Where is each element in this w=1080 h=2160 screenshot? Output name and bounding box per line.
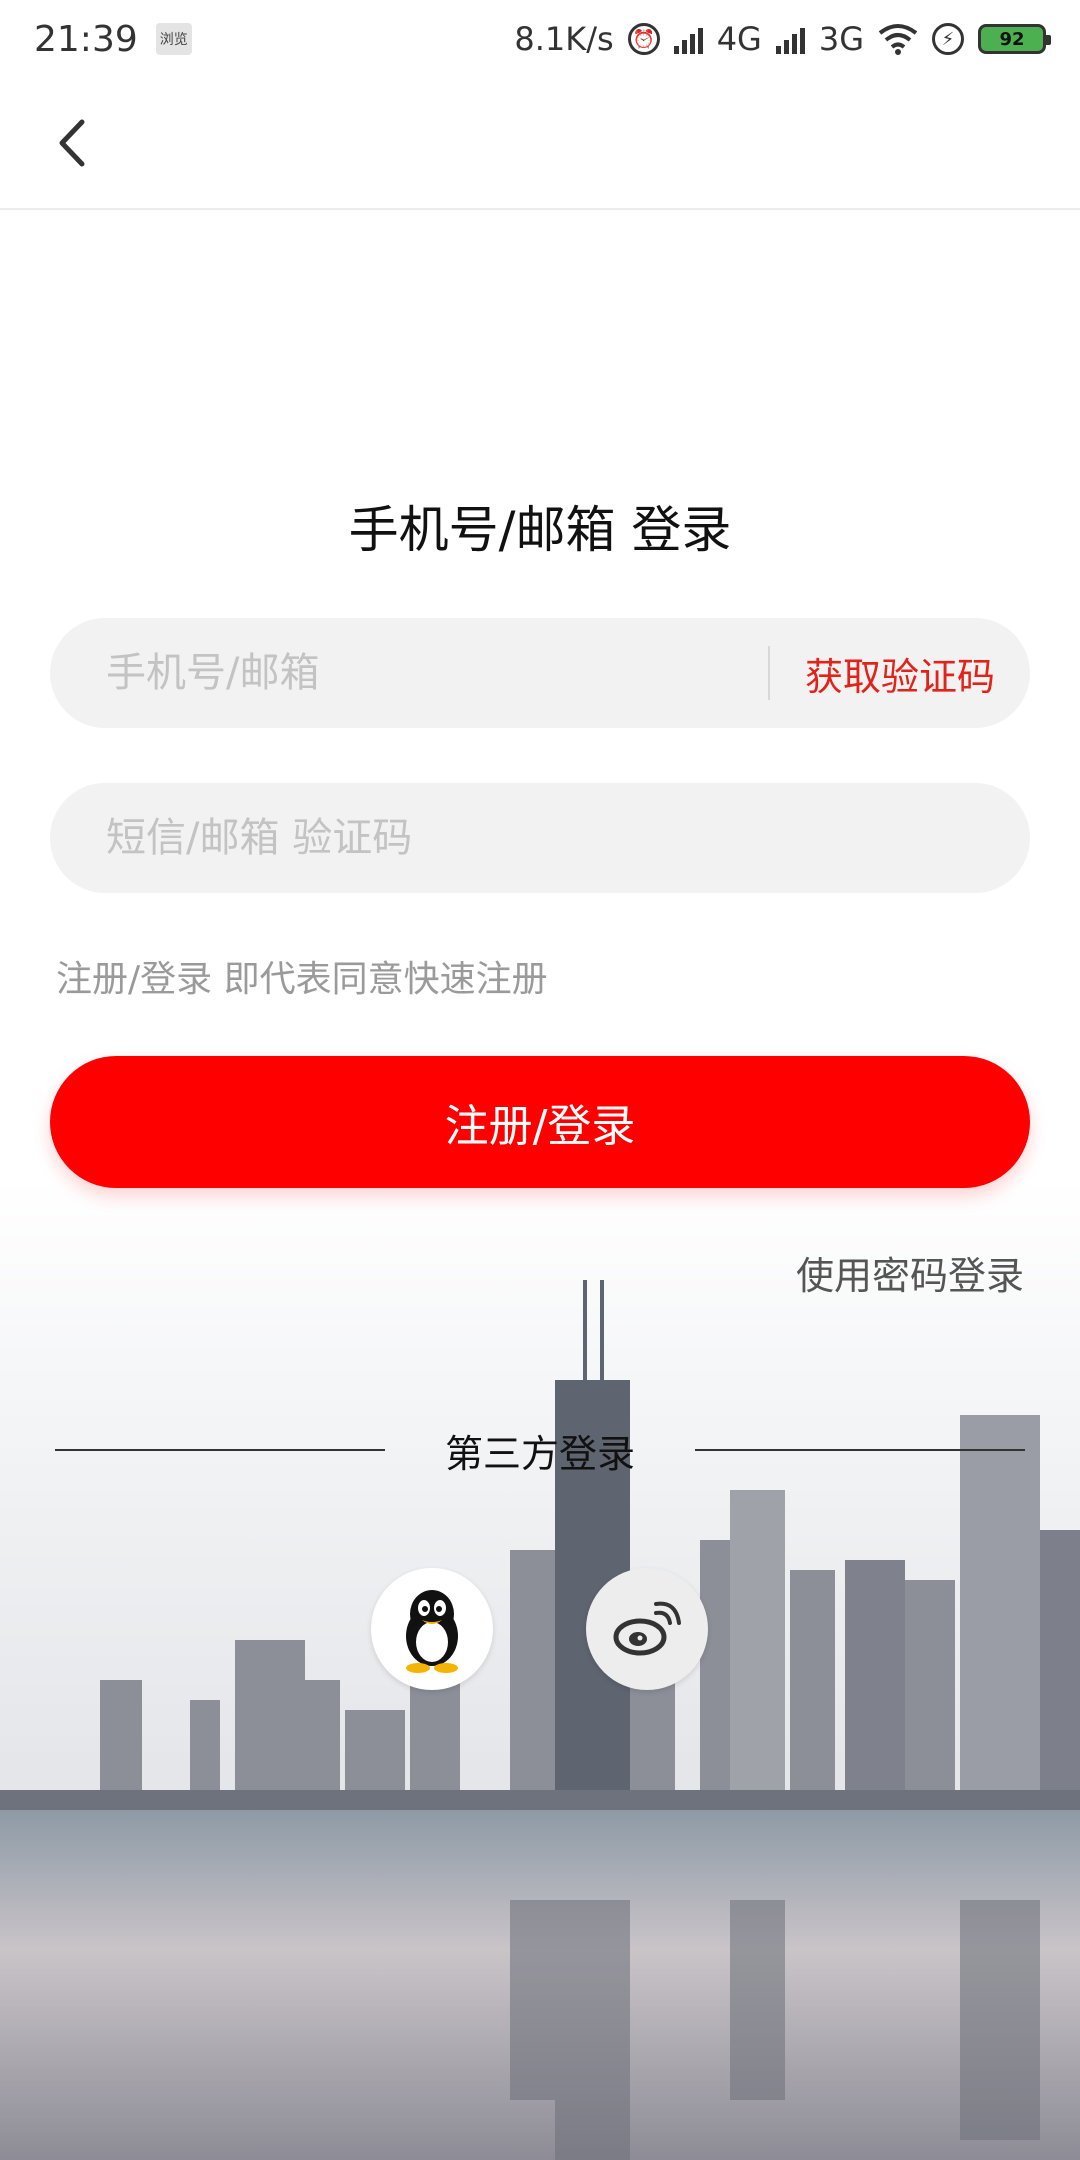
verification-code-input[interactable]	[106, 815, 1030, 861]
navigation-bar	[0, 78, 1080, 210]
signal-icon	[775, 24, 805, 54]
page-title: 手机号/邮箱 登录	[348, 501, 732, 559]
account-field-container: 获取验证码	[50, 618, 1030, 728]
status-icons: 8.1K/s ⏰ 4G 3G ⚡ 92	[514, 20, 1051, 58]
weibo-login-button[interactable]	[586, 1568, 708, 1690]
agreement-text: 注册/登录 即代表同意快速注册	[56, 959, 548, 1000]
third-party-separator: 第三方登录	[55, 1420, 1026, 1480]
divider-line	[695, 1449, 1026, 1451]
weibo-icon	[613, 1601, 681, 1656]
battery-icon: 92	[978, 24, 1051, 54]
network-type-1: 4G	[716, 20, 762, 58]
status-time: 21:39	[34, 18, 138, 60]
network-type-2: 3G	[818, 20, 864, 58]
notification-app-icon: 浏览	[155, 23, 192, 55]
register-login-button[interactable]: 注册/登录	[50, 1056, 1030, 1188]
wifi-icon	[878, 24, 918, 55]
qq-login-button[interactable]	[371, 1568, 493, 1690]
signal-icon	[673, 24, 703, 54]
account-input[interactable]	[106, 650, 768, 696]
back-button[interactable]	[36, 108, 106, 178]
qq-penguin-icon	[406, 1590, 458, 1673]
login-screen: 21:39 浏览 8.1K/s ⏰ 4G 3G ⚡ 92 手机号/邮箱 登录 手…	[0, 0, 1080, 2160]
password-login-link[interactable]: 使用密码登录	[796, 1245, 1024, 1300]
get-code-button[interactable]: 获取验证码	[770, 646, 1030, 701]
chevron-left-icon	[59, 119, 85, 167]
third-party-label: 第三方登录	[445, 1431, 636, 1476]
code-field-container	[50, 783, 1030, 893]
status-bar: 21:39 浏览 8.1K/s ⏰ 4G 3G ⚡ 92	[0, 0, 1080, 78]
network-speed: 8.1K/s	[514, 20, 614, 58]
alarm-icon: ⏰	[627, 23, 660, 55]
divider-line	[55, 1449, 385, 1451]
charging-icon: ⚡	[932, 23, 964, 55]
city-skyline-background	[0, 1180, 1080, 2160]
